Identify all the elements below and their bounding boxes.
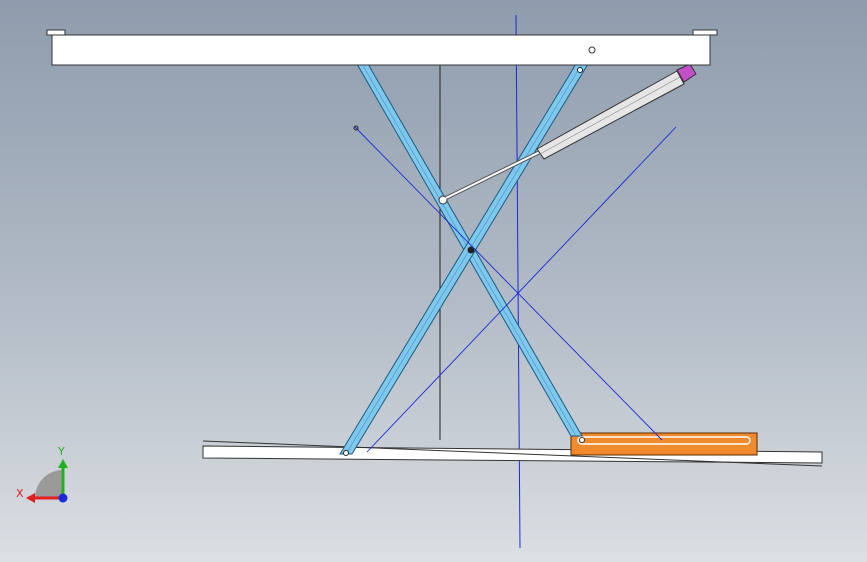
platform-pin <box>588 46 596 54</box>
arm-top-pin[interactable] <box>577 67 583 73</box>
triad-y-label: Y <box>57 445 65 458</box>
scissor-arm-a-inner-edge <box>345 63 583 455</box>
cad-viewport[interactable]: Y X <box>0 0 867 562</box>
triad-x-arrow <box>26 493 35 503</box>
slide-pin <box>579 437 585 443</box>
assembly-drawing: Y X <box>16 14 823 549</box>
slide-slot <box>577 436 751 445</box>
coordinate-triad: Y X <box>16 445 68 503</box>
reference-line-diagonal-1 <box>354 126 663 441</box>
vertical-centerline-blue <box>515 14 521 549</box>
bottom-pivot[interactable] <box>343 450 349 456</box>
triad-quadrant <box>35 470 63 498</box>
top-platform[interactable] <box>46 29 718 66</box>
triad-z-axis <box>58 493 68 503</box>
slide-block[interactable] <box>570 432 758 456</box>
reference-line-diagonal-2 <box>366 126 677 453</box>
triad-x-label: X <box>16 487 24 500</box>
triad-y-arrow <box>58 459 68 468</box>
